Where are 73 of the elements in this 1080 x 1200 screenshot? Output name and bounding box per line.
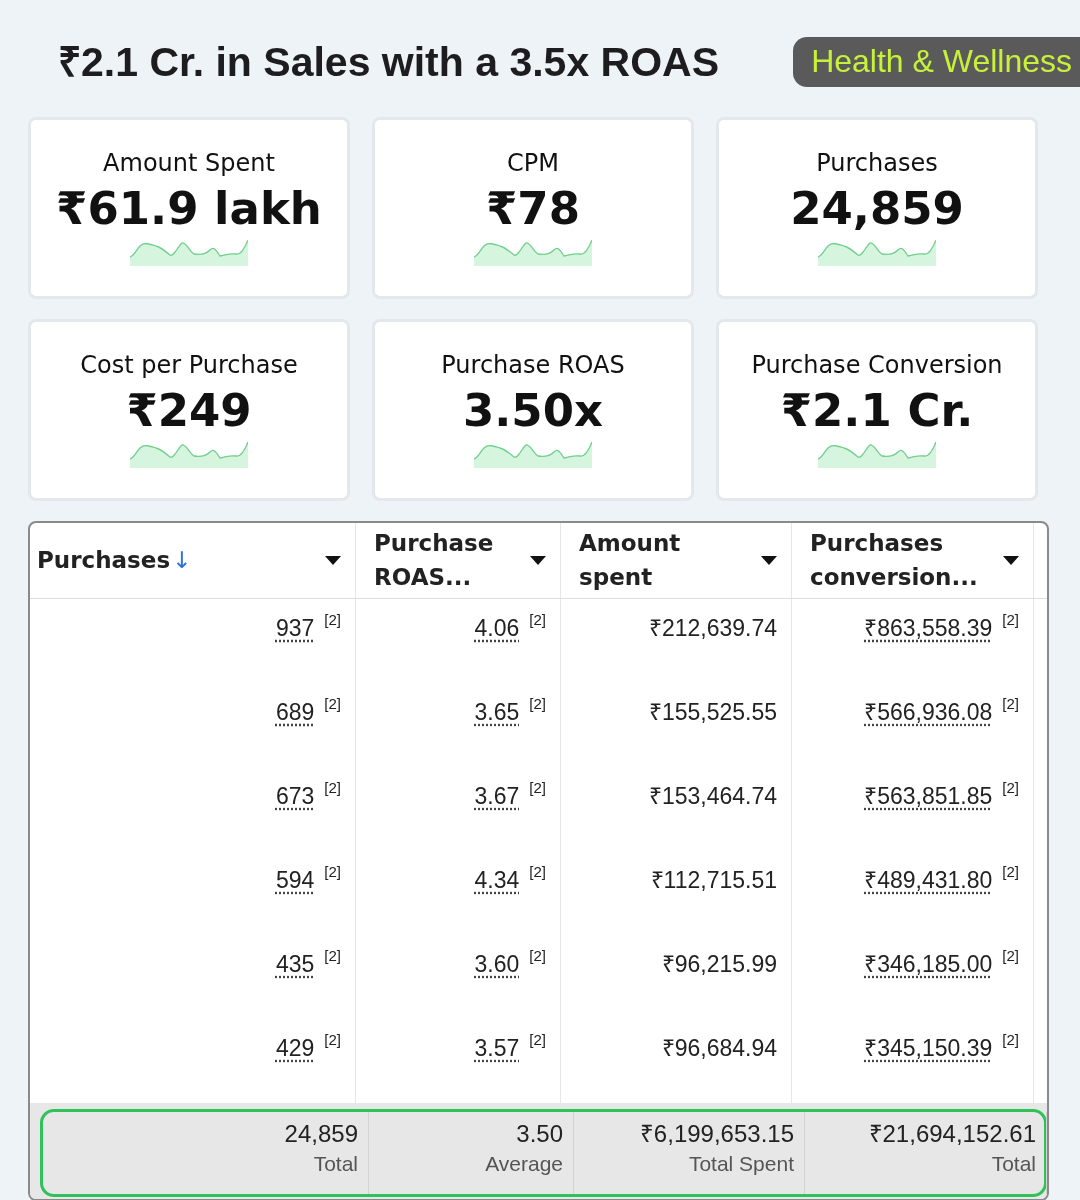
cell-link[interactable]: ₹566,936.08: [864, 695, 993, 730]
total-value: 3.50: [516, 1119, 563, 1150]
metric-value: ₹2.1 Cr.: [780, 384, 974, 437]
footnote-mark: [2]: [1002, 778, 1019, 799]
total-value: ₹6,199,653.15: [639, 1119, 794, 1150]
total-label: Total: [991, 1151, 1036, 1178]
total-label: Total: [313, 1151, 358, 1178]
cell-link[interactable]: 4.06: [474, 611, 520, 646]
total-value: ₹21,694,152.61: [868, 1119, 1036, 1150]
metric-value: 3.50x: [462, 384, 604, 437]
cell-link[interactable]: 3.65: [474, 695, 520, 730]
cell-link[interactable]: 429: [275, 1031, 315, 1066]
cell-link[interactable]: 594: [275, 863, 315, 898]
footnote-mark: [2]: [529, 778, 546, 799]
cell-link[interactable]: ₹346,185.00: [864, 947, 993, 982]
cell-link[interactable]: 4.34: [474, 863, 520, 898]
footnote-mark: [2]: [529, 862, 546, 883]
footnote-mark: [2]: [1002, 1030, 1019, 1051]
column-header[interactable]: Purchases conversion...: [792, 523, 1034, 599]
footnote-mark: [2]: [529, 946, 546, 967]
sort-arrow-icon[interactable]: ↓: [172, 547, 192, 573]
table-cell-text: ₹96,215.99: [661, 950, 777, 980]
metric-value: 24,859: [790, 182, 964, 235]
metric-label: CPM: [507, 150, 559, 177]
footnote-mark: [2]: [529, 610, 546, 631]
metric-label: Amount Spent: [103, 150, 275, 177]
table-cell-text: ₹96,684.94: [661, 1034, 777, 1064]
footnote-mark: [2]: [1002, 862, 1019, 883]
cell-link[interactable]: 3.67: [474, 779, 520, 814]
total-label: Total Spent: [688, 1151, 794, 1178]
caret-icon[interactable]: [325, 555, 341, 566]
headline: ₹2.1 Cr. in Sales with a 3.5x ROAS: [58, 38, 720, 87]
cell-link[interactable]: 673: [275, 779, 315, 814]
column-header[interactable]: Purchase ROAS...: [356, 523, 561, 599]
caret-icon[interactable]: [761, 555, 777, 566]
total-value: 24,859: [284, 1119, 358, 1150]
category-badge: Health & Wellness: [793, 36, 1080, 87]
metric-value: ₹78: [486, 182, 580, 235]
total-label: Average: [485, 1151, 563, 1178]
footnote-mark: [2]: [324, 694, 341, 715]
caret-icon[interactable]: [530, 555, 546, 566]
metric-label: Cost per Purchase: [80, 352, 298, 379]
metric-label: Purchases: [816, 150, 938, 177]
column-header[interactable]: Amount spent: [561, 523, 792, 599]
footnote-mark: [2]: [324, 946, 341, 967]
metric-value: ₹61.9 lakh: [56, 182, 322, 235]
cell-link[interactable]: ₹563,851.85: [864, 779, 993, 814]
metric-label: Purchase Conversion: [751, 352, 1003, 379]
footnote-mark: [2]: [324, 610, 341, 631]
table-cell-text: ₹112,715.51: [650, 866, 777, 896]
footnote-mark: [2]: [529, 1030, 546, 1051]
footnote-mark: [2]: [529, 694, 546, 715]
footnote-mark: [2]: [324, 862, 341, 883]
cell-link[interactable]: 689: [275, 695, 315, 730]
metric-label: Purchase ROAS: [441, 352, 625, 379]
metric-value: ₹249: [126, 384, 252, 437]
footnote-mark: [2]: [1002, 946, 1019, 967]
table-cell-text: ₹155,525.55: [648, 698, 777, 728]
footnote-mark: [2]: [1002, 610, 1019, 631]
cell-link[interactable]: 3.57: [474, 1031, 520, 1066]
column-header[interactable]: Purchases↓: [30, 523, 356, 599]
cell-link[interactable]: 3.60: [474, 947, 520, 982]
footnote-mark: [2]: [324, 778, 341, 799]
cell-link[interactable]: ₹863,558.39: [864, 611, 993, 646]
cell-link[interactable]: ₹345,150.39: [864, 1031, 993, 1066]
table-cell-text: ₹153,464.74: [648, 782, 777, 812]
caret-icon[interactable]: [1003, 555, 1019, 566]
cell-link[interactable]: 435: [275, 947, 315, 982]
footnote-mark: [2]: [1002, 694, 1019, 715]
footnote-mark: [2]: [324, 1030, 341, 1051]
table-cell-text: ₹212,639.74: [648, 614, 777, 644]
cell-link[interactable]: ₹489,431.80: [864, 863, 993, 898]
cell-link[interactable]: 937: [275, 611, 315, 646]
